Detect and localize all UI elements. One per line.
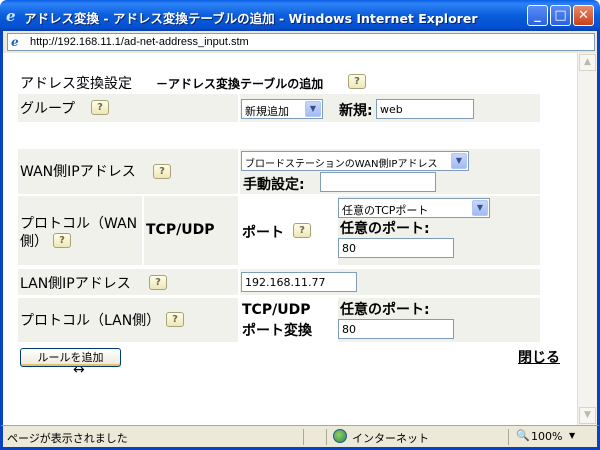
minimize-button[interactable]: _ [527, 5, 548, 26]
help-icon[interactable]: ? [53, 233, 71, 248]
help-icon[interactable]: ? [293, 223, 311, 238]
status-divider [508, 429, 509, 445]
status-text: ページが表示されました [7, 432, 128, 445]
zoom-level[interactable]: 100% [531, 430, 562, 443]
status-divider [303, 429, 304, 445]
wan-port-select-value: 任意のTCPポート [342, 204, 429, 217]
title-bar: e アドレス変換 - アドレス変換テーブルの追加 - Windows Inter… [0, 0, 600, 31]
status-divider [326, 429, 327, 445]
help-icon[interactable]: ? [153, 164, 171, 179]
proto-wan-label-line1: プロトコル（WAN [20, 216, 138, 232]
group-new-input[interactable]: web [376, 99, 474, 119]
proto-wan-label-line2: 側） [20, 234, 48, 250]
chevron-down-icon: ▼ [305, 101, 321, 117]
proto-wan-protocol: TCP/UDP [146, 222, 215, 238]
close-window-button[interactable]: ✕ [573, 5, 594, 26]
wan-manual-input[interactable] [320, 172, 436, 192]
scroll-up-icon[interactable]: ▲ [579, 54, 596, 71]
wan-manual-label: 手動設定: [243, 177, 305, 193]
group-new-value: web [380, 103, 403, 116]
lan-label: LAN側IPアドレス [20, 276, 131, 292]
page-content: アドレス変換設定 －アドレス変換テーブルの追加 ? グループ ? 新規追加 ▼ … [3, 53, 577, 425]
proto-lan-conv-line2: ポート変換 [242, 323, 312, 339]
page-heading: アドレス変換設定 [20, 76, 132, 92]
group-label: グループ [20, 101, 76, 117]
globe-icon [333, 429, 347, 443]
wan-port-value: 80 [342, 242, 356, 255]
help-icon[interactable]: ? [91, 100, 109, 115]
wan-port-select[interactable]: 任意のTCPポート ▼ [338, 198, 490, 218]
status-bar: ページが表示されました インターネット 🔍 100% ▼ [0, 425, 600, 450]
lan-ip-input[interactable]: 192.168.11.77 [241, 272, 357, 292]
resize-cursor-icon: ↔ [73, 362, 85, 378]
wan-label: WAN側IPアドレス [20, 164, 136, 180]
lan-port-value: 80 [342, 323, 356, 336]
chevron-down-icon: ▼ [451, 153, 467, 169]
help-icon[interactable]: ? [149, 275, 167, 290]
chevron-down-icon: ▼ [472, 200, 488, 216]
ie-page-icon: e [11, 35, 19, 49]
wan-ip-select[interactable]: ブロードステーションのWAN側IPアドレス ▼ [241, 151, 469, 171]
group-new-label: 新規: [339, 103, 373, 119]
chevron-down-icon[interactable]: ▼ [569, 431, 575, 440]
maximize-button[interactable]: □ [550, 5, 571, 26]
add-rule-button[interactable]: ルールを追加 [20, 348, 121, 367]
lan-any-port-label: 任意のポート: [340, 302, 430, 318]
wan-ip-select-value: ブロードステーションのWAN側IPアドレス [245, 159, 438, 170]
security-zone: インターネット [352, 432, 429, 445]
close-link[interactable]: 閉じる [518, 347, 560, 367]
vertical-scrollbar[interactable]: ▲ ▼ [577, 53, 597, 425]
help-icon[interactable]: ? [166, 312, 184, 327]
proto-wan-port-label: ポート [242, 225, 284, 241]
page-subheading: －アドレス変換テーブルの追加 [156, 77, 324, 91]
lan-ip-value: 192.168.11.77 [245, 276, 326, 289]
proto-lan-conv-line1: TCP/UDP [242, 302, 311, 318]
address-url: http://192.168.11.1/ad-net-address_input… [30, 36, 249, 48]
group-select-value: 新規追加 [245, 105, 289, 118]
lan-port-input[interactable]: 80 [338, 319, 454, 339]
wan-any-port-label: 任意のポート: [340, 221, 430, 237]
help-icon[interactable]: ? [348, 74, 366, 89]
address-bar: e http://192.168.11.1/ad-net-address_inp… [0, 31, 600, 53]
ie-logo-icon: e [6, 7, 16, 25]
zoom-icon[interactable]: 🔍 [516, 429, 530, 442]
scroll-down-icon[interactable]: ▼ [579, 407, 596, 424]
wan-port-input[interactable]: 80 [338, 238, 454, 258]
address-field[interactable]: e http://192.168.11.1/ad-net-address_inp… [7, 33, 595, 51]
window-title: アドレス変換 - アドレス変換テーブルの追加 - Windows Interne… [24, 11, 478, 26]
group-select[interactable]: 新規追加 ▼ [241, 99, 323, 119]
proto-lan-label: プロトコル（LAN側） [20, 313, 161, 329]
